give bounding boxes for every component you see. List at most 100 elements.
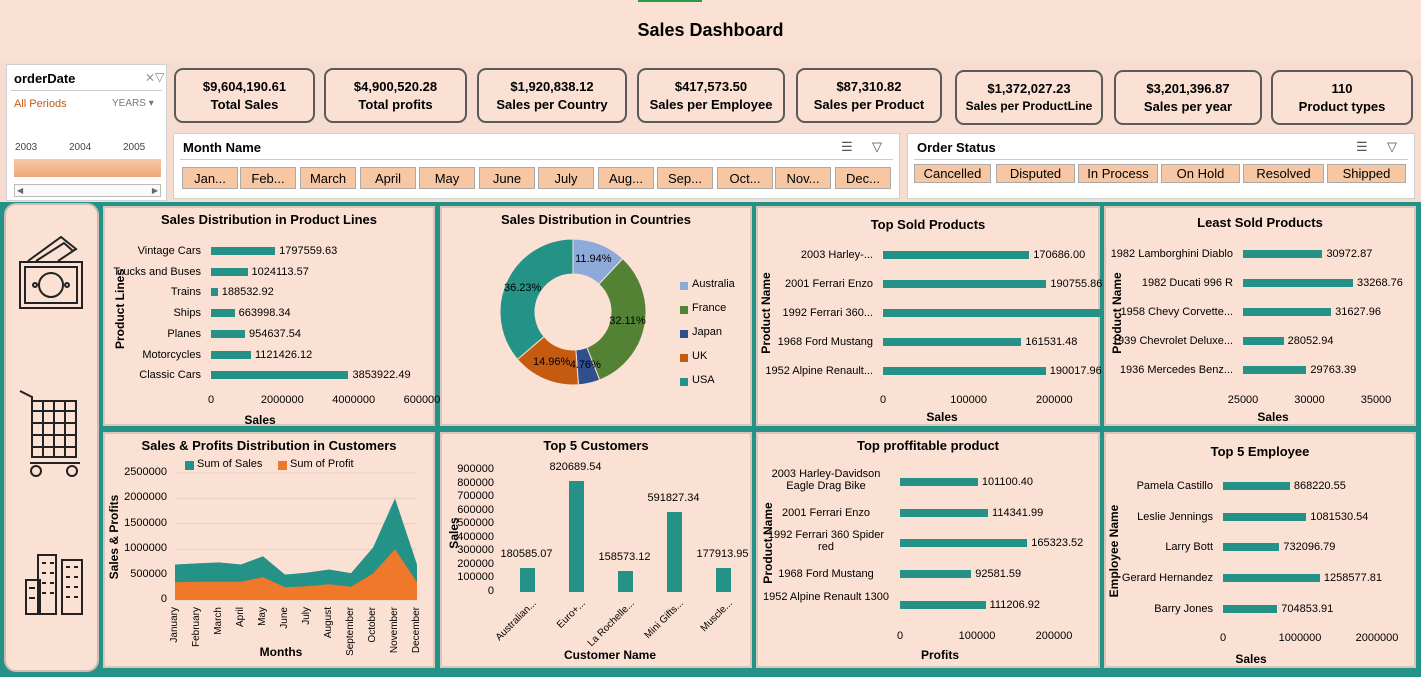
customers-area-chart: Sales & Profits Distribution in Customer… — [103, 432, 435, 668]
bar — [211, 309, 235, 318]
timeline-year: 2003 — [15, 142, 38, 153]
clear-filter-icon[interactable]: ▽ — [1387, 139, 1397, 155]
category-label: 1992 Ferrari 360 Spider red — [767, 529, 885, 554]
clear-filter-icon[interactable]: ▽ — [872, 139, 882, 155]
status-button[interactable]: Disputed — [996, 164, 1075, 183]
x-axis-title: Months — [259, 645, 303, 659]
timeline-level-select[interactable]: YEARS ▾ — [112, 98, 154, 109]
scroll-right-icon[interactable]: ▶ — [152, 186, 158, 195]
kpi-card: $4,900,520.28 Total profits — [324, 68, 467, 123]
month-button[interactable]: Jan... — [182, 167, 238, 189]
month-button[interactable]: Feb... — [240, 167, 296, 189]
kpi-label: Sales per ProductLine — [965, 99, 1093, 113]
tick-label: November — [389, 607, 400, 654]
status-button[interactable]: Cancelled — [914, 164, 991, 183]
data-label: 101100.40 — [981, 476, 1034, 488]
clear-filter-icon[interactable]: ⨯▽ — [145, 70, 164, 84]
category-label: 1952 Alpine Renault... — [765, 365, 873, 377]
bar — [900, 539, 1028, 548]
data-label: 4.76% — [569, 359, 601, 372]
tick-label: 200000 — [1035, 394, 1073, 406]
bar — [211, 288, 218, 297]
month-button[interactable]: July — [538, 167, 594, 189]
tick-label: 700000 — [457, 490, 494, 503]
bar — [211, 350, 251, 359]
data-label: 165323.52 — [1031, 537, 1084, 550]
cart-icon — [19, 390, 80, 477]
order-date-timeline[interactable]: orderDate ⨯▽ All Periods YEARS ▾ 2003 20… — [6, 64, 167, 201]
timeline-range-bar[interactable] — [14, 159, 161, 177]
category-label: Classic Cars — [139, 369, 201, 382]
bar — [211, 267, 248, 276]
bar — [883, 309, 1121, 317]
legend-label: France — [692, 302, 727, 314]
kpi-label: Sales per Product — [813, 97, 925, 112]
month-button[interactable]: Nov... — [775, 167, 831, 189]
month-slicer[interactable]: Month Name ☰ ▽ Jan... Feb... March April May… — [173, 133, 900, 199]
category-label: 1958 Chevy Corvette... — [1120, 306, 1233, 318]
tick-label: 0 — [896, 630, 904, 642]
order-status-slicer[interactable]: Order Status ☰ ▽ Cancelled Disputed In Pro… — [907, 133, 1415, 199]
chart-title: Top 5 Employee — [1210, 444, 1310, 459]
y-axis-title: Product Lines — [113, 269, 127, 350]
category-label: Planes — [167, 327, 201, 340]
tick-label: 2500000 — [124, 466, 167, 478]
tick-label: April — [235, 607, 246, 628]
kpi-value: 110 — [1331, 81, 1353, 96]
tick-label: 600000 — [457, 503, 494, 516]
divider — [11, 90, 162, 91]
month-button[interactable]: Oct... — [717, 167, 773, 189]
legend-label: Japan — [692, 326, 722, 338]
category-label: 2001 Ferrari Enzo — [781, 506, 871, 519]
bar — [900, 478, 978, 486]
tick-label: October — [367, 607, 378, 643]
data-label: 1081530.54 — [1310, 510, 1369, 523]
timeline-year: 2005 — [123, 142, 146, 153]
timeline-period: All Periods — [14, 98, 67, 110]
legend-swatch — [680, 378, 688, 386]
kpi-label: Product types — [1298, 99, 1386, 114]
month-button[interactable]: Sep... — [657, 167, 713, 189]
category-label: 2003 Harley-Davidson Eagle Drag Bike — [771, 468, 881, 492]
status-button[interactable]: In Process — [1078, 164, 1158, 183]
bar — [1223, 543, 1280, 552]
bar — [666, 511, 682, 592]
kpi-label: Sales per year — [1143, 99, 1233, 114]
month-button[interactable]: March — [300, 167, 356, 189]
tick-label: 0 — [487, 585, 494, 597]
month-button[interactable]: Dec... — [835, 167, 891, 189]
status-button[interactable]: On Hold — [1161, 164, 1240, 183]
y-axis-title: Employee Name — [1107, 504, 1121, 598]
month-button[interactable]: June — [479, 167, 535, 189]
status-button[interactable]: Shipped — [1327, 164, 1406, 183]
status-button[interactable]: Resolved — [1243, 164, 1324, 183]
sidebar-icons — [19, 235, 83, 615]
bar — [883, 251, 1030, 259]
category-label: 1982 Ducati 996 R — [1141, 277, 1233, 289]
data-label: 3853922.49 — [352, 369, 411, 382]
category-label: Vintage Cars — [137, 245, 201, 257]
money-icon — [19, 235, 83, 309]
top-profitable-product-chart: Top proffitable product 2003 Harley-David… — [756, 432, 1100, 668]
bar — [715, 567, 731, 592]
data-label: 1797559.63 — [279, 245, 338, 257]
tick-label: 1000000 — [1278, 632, 1322, 644]
multi-select-icon[interactable]: ☰ — [1356, 139, 1368, 155]
data-label: 14.96% — [532, 356, 571, 369]
bar — [883, 338, 1022, 346]
month-button[interactable]: April — [360, 167, 416, 189]
data-label: 111206.92 — [989, 598, 1040, 611]
multi-select-icon[interactable]: ☰ — [841, 139, 853, 155]
month-button[interactable]: May — [419, 167, 475, 189]
cell-marker — [638, 0, 702, 2]
category-label: La Rochelle... — [585, 598, 637, 650]
legend-swatch — [185, 461, 194, 470]
tick-label: 35000 — [1360, 394, 1392, 406]
timeline-scrollbar[interactable]: ◀ ▶ — [14, 184, 161, 197]
scroll-left-icon[interactable]: ◀ — [17, 186, 23, 195]
month-button[interactable]: Aug... — [598, 167, 654, 189]
kpi-label: Sales per Employee — [649, 97, 773, 112]
dashboard-header: Sales Dashboard — [0, 0, 1421, 60]
x-axis-title: Sales — [1257, 410, 1289, 424]
tick-label: 0 — [207, 394, 215, 406]
